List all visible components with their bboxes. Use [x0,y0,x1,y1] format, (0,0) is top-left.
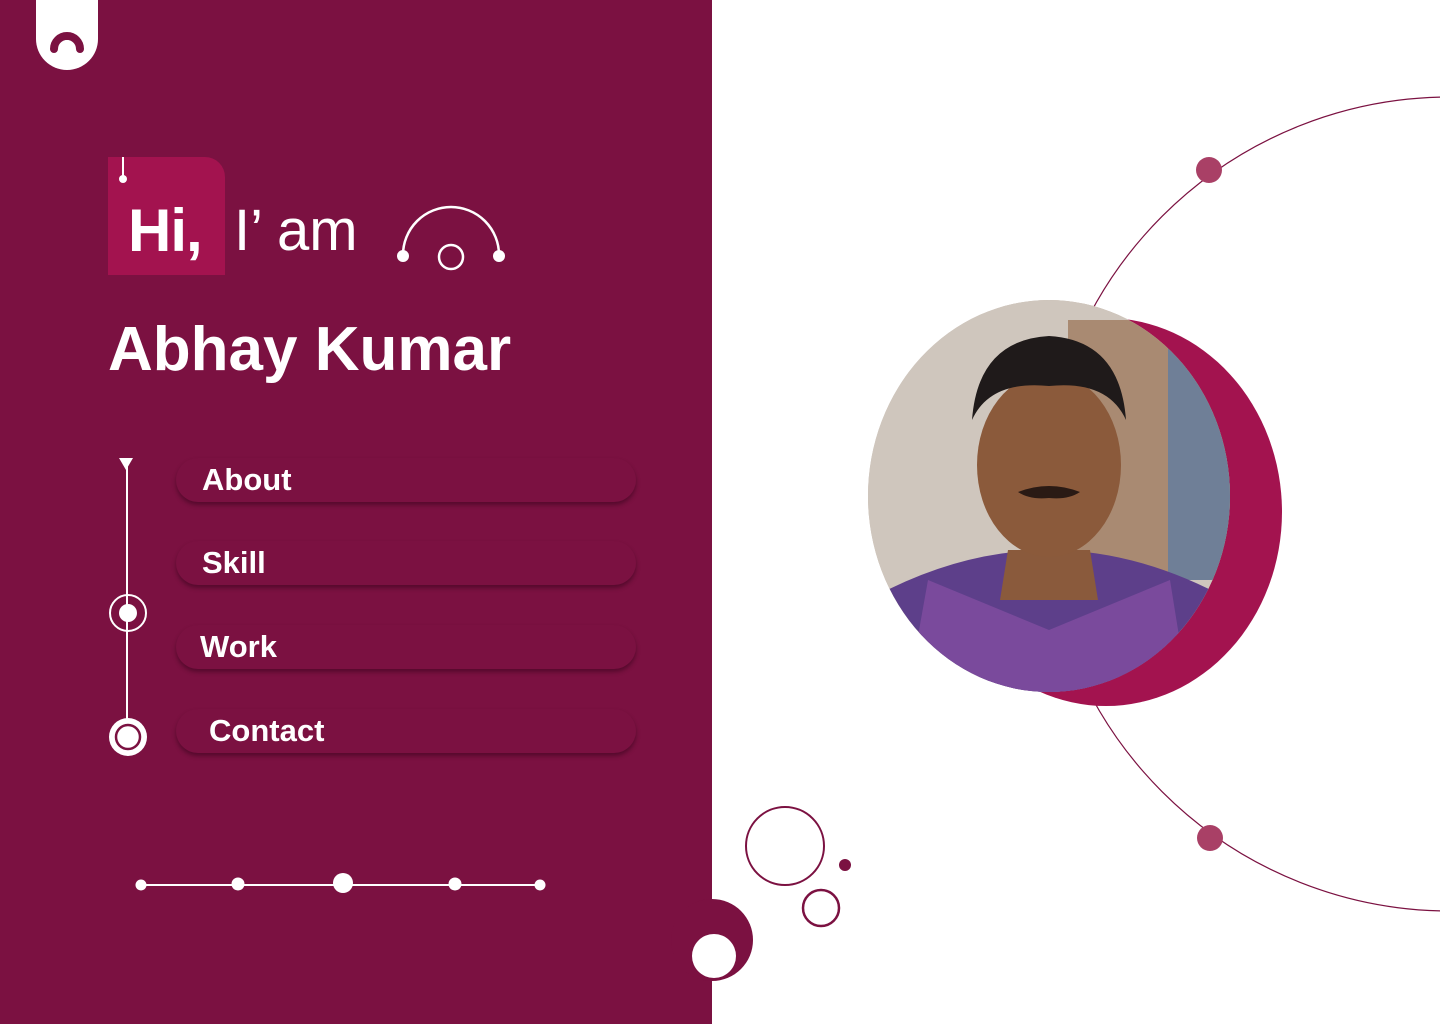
nav-item-label: Contact [209,713,325,748]
nav-item-label: About [202,462,292,497]
left-panel [0,0,712,1024]
nav-item-label: Skill [202,545,266,580]
intro-text: I’ am [234,198,358,263]
logo-icon [50,32,84,53]
profile-photo [868,300,1230,692]
nav-item-contact[interactable]: Contact [176,709,636,753]
greeting-text: Hi, [128,197,203,264]
nav-item-skill[interactable]: Skill [176,541,636,585]
person-name: Abhay Kumar [108,315,512,384]
nav-item-work[interactable]: Work [176,625,636,669]
nav-item-about[interactable]: About [176,458,636,502]
nav-item-label: Work [200,629,277,664]
logo[interactable] [36,0,98,70]
portrait-illustration [868,300,1230,692]
